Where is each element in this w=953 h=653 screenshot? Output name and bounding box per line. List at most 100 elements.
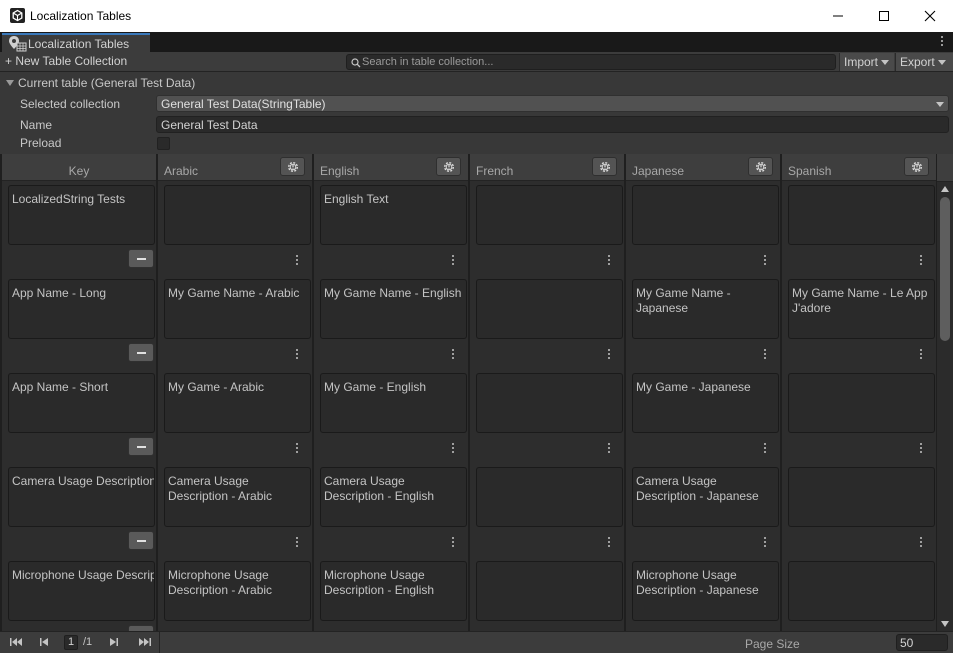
translation-text-field[interactable]: Microphone Usage Description - Japanese [632, 561, 779, 621]
import-label: Import [844, 55, 879, 69]
remove-entry-button[interactable] [128, 343, 154, 362]
new-table-collection-button[interactable]: + New Table Collection [5, 54, 127, 68]
translation-text-field[interactable]: My Game Name - Le App J'adore [788, 279, 935, 339]
foldout-arrow-icon [6, 80, 14, 86]
tab-options-menu[interactable] [941, 36, 945, 51]
translation-text-field[interactable] [788, 467, 935, 527]
current-page-field[interactable]: 1 [64, 635, 78, 650]
cell-options-menu[interactable] [764, 537, 767, 552]
current-table-foldout[interactable]: Current table (General Test Data) [6, 76, 195, 90]
translation-text-field[interactable]: Camera Usage Description - English [320, 467, 467, 527]
translation-text-field[interactable]: My Game Name - English [320, 279, 467, 339]
translation-text-field[interactable] [788, 185, 935, 245]
maximize-button[interactable] [861, 0, 907, 32]
cell-options-menu[interactable] [764, 443, 767, 458]
cell-options-menu[interactable] [452, 443, 455, 458]
translation-text-field[interactable] [788, 561, 935, 621]
cell-options-menu[interactable] [920, 443, 923, 458]
cell-options-menu[interactable] [608, 349, 611, 364]
cell-options-menu[interactable] [920, 349, 923, 364]
translation-cell [782, 370, 936, 464]
translation-text-field[interactable] [476, 373, 623, 433]
import-dropdown[interactable]: Import [839, 53, 894, 71]
table-properties-button[interactable] [592, 157, 617, 176]
search-input[interactable] [362, 55, 822, 69]
translation-text-field[interactable] [476, 561, 623, 621]
translation-text-field[interactable] [476, 467, 623, 527]
cell-options-menu[interactable] [452, 537, 455, 552]
translation-text-field[interactable]: Microphone Usage Description - Arabic [164, 561, 311, 621]
cell-options-menu[interactable] [920, 255, 923, 270]
table-properties-button[interactable] [904, 157, 929, 176]
kebab-menu-icon [452, 443, 455, 455]
table-properties-button[interactable] [748, 157, 773, 176]
cell-options-menu[interactable] [608, 443, 611, 458]
key-text-field[interactable]: Camera Usage Description [8, 467, 155, 527]
cell-options-menu[interactable] [608, 537, 611, 552]
search-icon [351, 58, 361, 68]
cell-options-menu[interactable] [920, 537, 923, 552]
remove-entry-button[interactable] [128, 531, 154, 550]
scrollbar-thumb[interactable] [940, 197, 950, 341]
step-back-icon [40, 638, 48, 646]
pagination-footer: 1 /1 Page Size 50 [0, 631, 953, 653]
window-title-bar: Localization Tables [0, 0, 953, 32]
skip-to-start-icon [10, 638, 22, 646]
cell-options-menu[interactable] [452, 255, 455, 270]
cell-options-menu[interactable] [764, 349, 767, 364]
vertical-scrollbar[interactable] [937, 182, 953, 631]
translation-text-field[interactable]: English Text [320, 185, 467, 245]
cell-options-menu[interactable] [296, 255, 299, 270]
key-text-field[interactable]: App Name - Long [8, 279, 155, 339]
minimize-button[interactable] [815, 0, 861, 32]
scroll-down-arrow-icon[interactable] [941, 621, 949, 627]
key-text-field[interactable]: App Name - Short [8, 373, 155, 433]
translation-text-field[interactable]: My Game - Japanese [632, 373, 779, 433]
table-properties-icon [599, 161, 611, 173]
translation-text-field[interactable]: My Game Name - Japanese [632, 279, 779, 339]
translation-text-field[interactable]: Camera Usage Description - Japanese [632, 467, 779, 527]
key-text-field[interactable]: LocalizedString Tests [8, 185, 155, 245]
close-button[interactable] [907, 0, 953, 32]
cell-options-menu[interactable] [296, 443, 299, 458]
first-page-button[interactable] [8, 635, 24, 649]
cell-options-menu[interactable] [296, 537, 299, 552]
key-cell: Microphone Usage Description [2, 558, 156, 631]
scroll-up-arrow-icon[interactable] [941, 186, 949, 192]
remove-entry-button[interactable] [128, 437, 154, 456]
translation-text-field[interactable]: My Game - English [320, 373, 467, 433]
kebab-menu-icon [452, 537, 455, 549]
cell-options-menu[interactable] [764, 255, 767, 270]
translation-cell: Microphone Usage Description - Japanese [626, 558, 780, 631]
selected-collection-dropdown[interactable]: General Test Data(StringTable) [156, 95, 949, 112]
kebab-menu-icon [941, 36, 944, 48]
translation-cell [626, 182, 780, 276]
name-field[interactable]: General Test Data [156, 116, 949, 133]
export-dropdown[interactable]: Export [895, 53, 953, 71]
translation-text-field[interactable] [788, 373, 935, 433]
translation-text-field[interactable] [164, 185, 311, 245]
translation-text-field[interactable] [632, 185, 779, 245]
cell-options-menu[interactable] [296, 349, 299, 364]
key-text-field[interactable]: Microphone Usage Description [8, 561, 155, 621]
translation-text-field[interactable]: Microphone Usage Description - English [320, 561, 467, 621]
translation-text-field[interactable] [476, 279, 623, 339]
cell-options-menu[interactable] [608, 255, 611, 270]
preload-checkbox[interactable] [157, 137, 170, 150]
translation-text-field[interactable]: Camera Usage Description - Arabic [164, 467, 311, 527]
table-properties-button[interactable] [436, 157, 461, 176]
previous-page-button[interactable] [37, 635, 53, 649]
table-properties-button[interactable] [280, 157, 305, 176]
cell-options-menu[interactable] [452, 349, 455, 364]
kebab-menu-icon [920, 443, 923, 455]
translation-text-field[interactable]: My Game Name - Arabic [164, 279, 311, 339]
tab-localization-tables[interactable]: Localization Tables [2, 33, 150, 52]
page-size-field[interactable]: 50 [896, 634, 948, 651]
translation-text-field[interactable] [476, 185, 623, 245]
remove-entry-button[interactable] [128, 249, 154, 268]
translation-text-field[interactable]: My Game - Arabic [164, 373, 311, 433]
next-page-button[interactable] [106, 635, 122, 649]
kebab-menu-icon [920, 349, 923, 361]
column-header-label: Key [68, 164, 90, 178]
last-page-button[interactable] [136, 635, 152, 649]
